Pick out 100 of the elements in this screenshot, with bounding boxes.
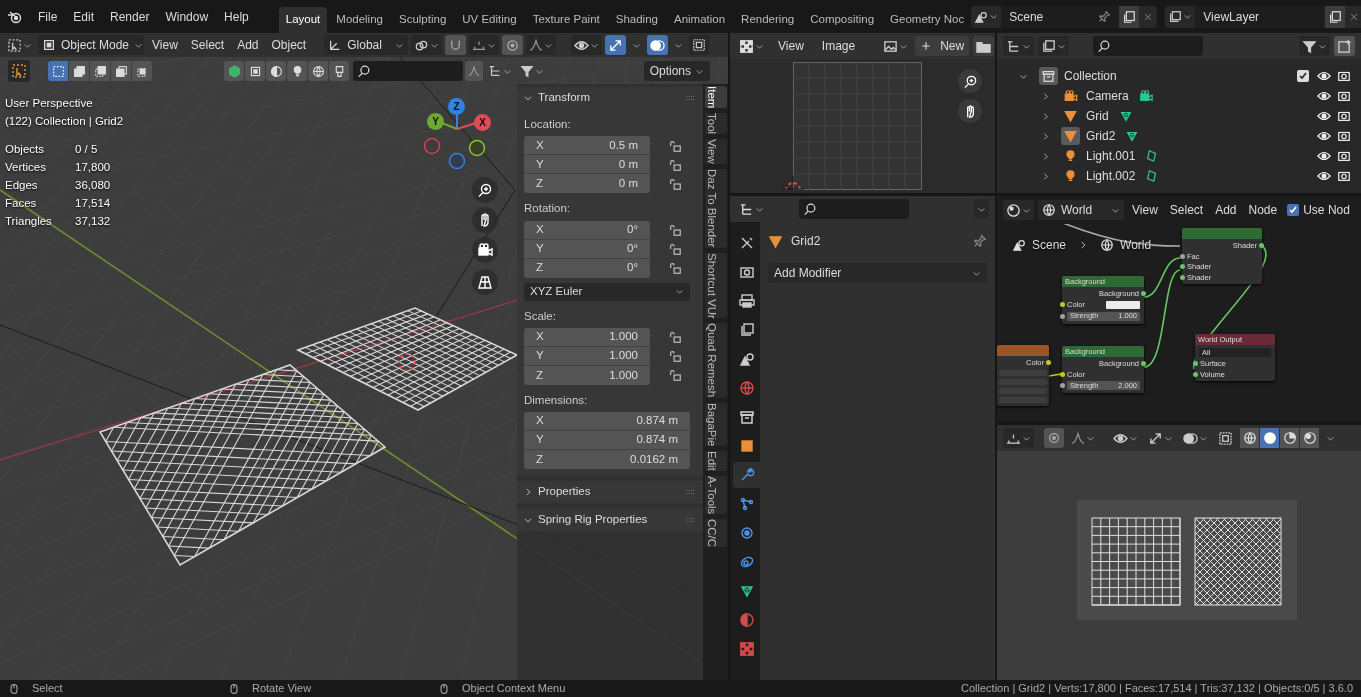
use-nodes-checkbox[interactable]: Use Nod bbox=[1287, 201, 1350, 219]
sidebar-tab[interactable]: Edit bbox=[704, 451, 727, 471]
menu-item[interactable]: Edit bbox=[65, 5, 103, 28]
menu-item[interactable]: Image bbox=[814, 36, 863, 56]
menu-item[interactable]: View bbox=[147, 35, 183, 55]
breadcrumb-item[interactable]: Scene bbox=[1032, 236, 1067, 254]
sidebar-tab[interactable]: Quad Remesh bbox=[704, 323, 727, 398]
panel-header[interactable]: Spring Rig Properties bbox=[517, 509, 703, 531]
status-hint: Select bbox=[32, 681, 63, 697]
number-field[interactable]: X 1.000 bbox=[524, 327, 650, 347]
menu-item[interactable]: Add bbox=[1211, 200, 1241, 220]
workspace-tab[interactable]: Geometry Noc bbox=[883, 7, 972, 33]
workspace-tab[interactable]: Rendering bbox=[734, 7, 802, 33]
workspace-tab[interactable]: Modeling bbox=[329, 7, 390, 33]
add-modifier-dropdown[interactable]: Add Modifier bbox=[768, 263, 987, 283]
menu-item[interactable]: Select bbox=[185, 35, 230, 55]
axis-label: Z bbox=[536, 176, 544, 192]
number-field[interactable]: Y 0.874 m bbox=[524, 431, 690, 450]
number-field[interactable]: X 0.874 m bbox=[524, 412, 690, 431]
stat-value: 36,080 bbox=[75, 178, 112, 193]
number-field[interactable]: X 0.5 m bbox=[524, 136, 650, 156]
workspace-tab[interactable]: Sculpting bbox=[391, 7, 454, 33]
stat-label: Faces bbox=[5, 196, 38, 211]
field-label: Rotation: bbox=[524, 201, 572, 217]
menu-item[interactable]: Render bbox=[102, 5, 158, 28]
field-value: 0.5 m bbox=[609, 137, 638, 153]
panel-header[interactable]: Properties bbox=[517, 481, 703, 503]
new-image-button[interactable]: New bbox=[915, 36, 970, 56]
scene-name-field[interactable]: Scene bbox=[1001, 5, 1120, 28]
view-layer-name-field[interactable]: ViewLayer bbox=[1195, 5, 1326, 28]
mode-dropdown[interactable]: Object Mode bbox=[38, 35, 144, 55]
stat-label: Triangles bbox=[5, 214, 53, 229]
stat-value: 17,800 bbox=[75, 160, 112, 175]
field-value: 0 m bbox=[618, 176, 638, 192]
outliner-row[interactable]: Light.001 bbox=[997, 146, 1361, 166]
stat-value: 37,132 bbox=[75, 214, 112, 229]
sidebar-tab[interactable]: Item bbox=[704, 86, 727, 109]
status-stats: Collection | Grid2 | Verts:17,800 | Faces:17,514 | Tris:37,132 | Objects:0/5 | 3.6.0 bbox=[961, 681, 1353, 697]
menu-item[interactable]: View bbox=[1128, 200, 1162, 220]
sidebar-tab[interactable]: Daz To Blender bbox=[704, 169, 727, 248]
stat-value: 0 / 5 bbox=[75, 142, 99, 157]
axis-label: X bbox=[536, 329, 544, 345]
field-value: 0.0162 m bbox=[630, 451, 678, 467]
menu-item[interactable]: Help bbox=[216, 5, 257, 28]
outliner-row[interactable]: Camera bbox=[997, 86, 1361, 106]
workspace-tab[interactable]: Texture Paint bbox=[525, 7, 607, 33]
workspace-tab[interactable]: Shading bbox=[608, 7, 665, 33]
menu-item[interactable]: File bbox=[30, 5, 66, 28]
stat-label: Objects bbox=[5, 142, 45, 157]
orientation-dropdown[interactable]: Global bbox=[324, 35, 409, 55]
menu-item[interactable]: Select bbox=[1165, 200, 1208, 220]
menu-item[interactable]: View bbox=[771, 36, 811, 56]
number-field[interactable]: Z 0 m bbox=[524, 174, 650, 194]
outliner-item-label: Light.001 bbox=[1086, 148, 1136, 165]
menu-item[interactable]: Add bbox=[232, 35, 264, 55]
field-value: 1.000 bbox=[609, 367, 638, 383]
sidebar-tab[interactable]: Tool bbox=[704, 113, 727, 135]
workspace-tab[interactable]: Layout bbox=[278, 7, 328, 33]
outliner-row[interactable]: Grid bbox=[997, 106, 1361, 126]
number-field[interactable]: X 0° bbox=[524, 220, 650, 240]
field-label: Dimensions: bbox=[524, 392, 589, 408]
sidebar-tab[interactable]: View bbox=[704, 139, 727, 165]
context-label: (122) Collection | Grid2 bbox=[5, 114, 124, 129]
field-label: Scale: bbox=[524, 308, 557, 324]
number-field[interactable]: Z 0.0162 m bbox=[524, 450, 690, 469]
stat-label: Vertices bbox=[5, 160, 47, 175]
rotation-mode-dropdown[interactable]: XYZ Euler bbox=[524, 282, 690, 301]
view-layer-name: ViewLayer bbox=[1203, 8, 1261, 26]
field-value: 0° bbox=[627, 240, 638, 256]
axis-label: Y bbox=[536, 240, 544, 256]
menu-item[interactable]: Node bbox=[1244, 200, 1282, 220]
number-field[interactable]: Y 0 m bbox=[524, 155, 650, 175]
panel-header[interactable]: Transform bbox=[517, 87, 703, 109]
field-value: 1.000 bbox=[609, 329, 638, 345]
options-dropdown[interactable]: Options bbox=[643, 61, 710, 81]
axis-label: Z bbox=[536, 367, 544, 383]
axis-label: Y bbox=[536, 156, 544, 172]
workspace-tab[interactable]: Animation bbox=[666, 7, 733, 33]
sidebar-tab[interactable]: BagaPie bbox=[704, 402, 727, 447]
outliner-row[interactable]: Light.002 bbox=[997, 166, 1361, 186]
sidebar-tab[interactable]: A-Tools bbox=[704, 475, 727, 515]
outliner-item-label: Light.002 bbox=[1086, 168, 1136, 185]
menu-item[interactable]: Object bbox=[266, 35, 312, 55]
panel-title: Transform bbox=[538, 90, 591, 106]
outliner-row[interactable]: Grid2 bbox=[997, 126, 1361, 146]
stat-value: 17,514 bbox=[75, 196, 112, 211]
menu-item[interactable]: Window bbox=[157, 5, 217, 28]
world-dropdown[interactable]: World bbox=[1038, 200, 1124, 220]
field-label: Location: bbox=[524, 117, 572, 132]
view-name: User Perspective bbox=[5, 96, 93, 111]
workspace-tab[interactable]: Compositing bbox=[803, 7, 882, 33]
sidebar-tab[interactable]: CC/C bbox=[704, 519, 727, 548]
axis-label: Y bbox=[536, 348, 544, 364]
field-value: 0 m bbox=[618, 156, 638, 172]
outliner-item-label: Collection bbox=[1064, 68, 1117, 85]
outliner-row[interactable]: Collection bbox=[997, 66, 1361, 86]
axis-label: X bbox=[536, 413, 544, 429]
workspace-tab[interactable]: UV Editing bbox=[455, 7, 524, 33]
status-hint: Rotate View bbox=[252, 681, 312, 697]
sidebar-tab[interactable]: Shortcut VUr bbox=[704, 252, 727, 319]
